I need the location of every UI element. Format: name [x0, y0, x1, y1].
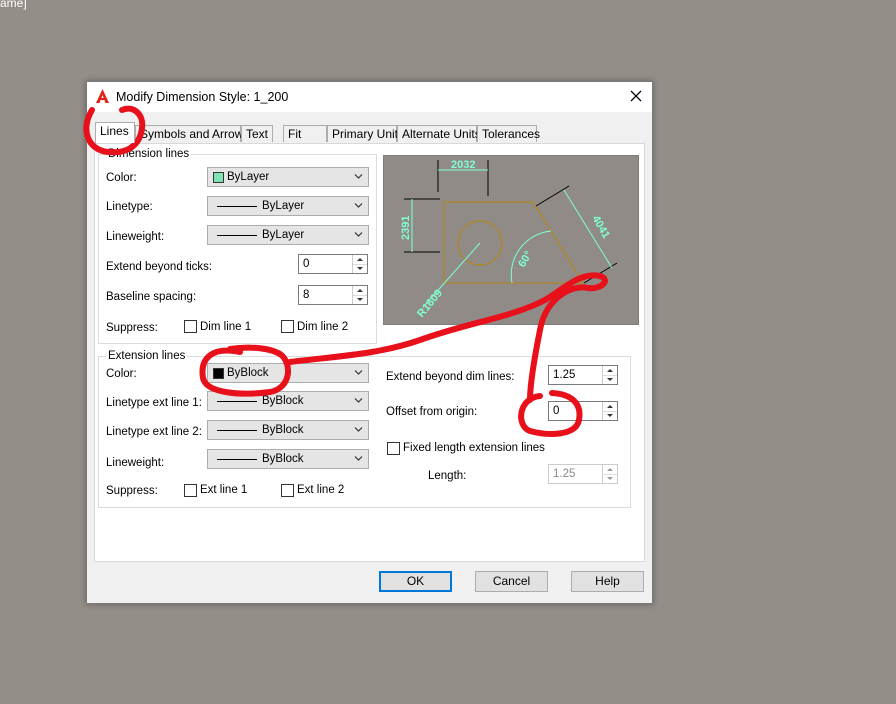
- line-sample: [217, 206, 257, 207]
- dimension-lines-label: Dimension lines: [106, 148, 192, 160]
- fixed-length-label: Fixed length extension lines: [403, 442, 545, 454]
- line-sample: [217, 459, 257, 460]
- chevron-down-icon: [354, 232, 363, 237]
- spin-down-icon: [607, 477, 613, 480]
- chevron-down-icon: [354, 203, 363, 208]
- chevron-down-icon: [354, 370, 363, 375]
- ext-color-value: ByBlock: [227, 367, 269, 379]
- color-swatch: [213, 172, 224, 183]
- ext-lineweight-select[interactable]: ByBlock: [207, 449, 369, 469]
- chevron-down-icon: [354, 174, 363, 179]
- fixed-length-checkbox[interactable]: [387, 442, 400, 455]
- autocad-logo-icon: [96, 89, 109, 103]
- background-window-title: ame]: [0, 0, 27, 10]
- ext-color-select[interactable]: ByBlock: [207, 363, 369, 383]
- tab-fit[interactable]: Fit: [283, 125, 327, 142]
- ext-lineweight-label: Lineweight:: [106, 457, 165, 469]
- dim-lineweight-label: Lineweight:: [106, 231, 165, 243]
- length-value: 1.25: [553, 468, 576, 480]
- preview-dim-left: 2391: [400, 216, 412, 240]
- tab-tolerances[interactable]: Tolerances: [477, 125, 540, 142]
- offset-from-origin-spinner[interactable]: 0: [548, 401, 618, 421]
- help-button[interactable]: Help: [571, 571, 644, 592]
- dim-linetype-label: Linetype:: [106, 201, 153, 213]
- dim-suppress-label: Suppress:: [106, 322, 158, 334]
- baseline-spacing-value: 8: [303, 289, 310, 301]
- extend-beyond-ticks-label: Extend beyond ticks:: [106, 261, 213, 273]
- ext-linetype-1-select[interactable]: ByBlock: [207, 391, 369, 411]
- ext-line-2-label: Ext line 2: [297, 484, 345, 496]
- offset-from-origin-label: Offset from origin:: [386, 406, 478, 418]
- modify-dimension-style-dialog: Modify Dimension Style: 1_200 Lines Symb…: [86, 81, 653, 604]
- dim-lineweight-select[interactable]: ByLayer: [207, 225, 369, 245]
- dim-lineweight-value: ByLayer: [262, 229, 305, 241]
- close-icon[interactable]: [627, 87, 645, 105]
- chevron-down-icon: [354, 398, 363, 403]
- spin-down-icon[interactable]: [603, 375, 617, 384]
- dim-color-value: ByLayer: [227, 171, 270, 183]
- dim-color-label: Color:: [106, 172, 137, 184]
- extend-beyond-dim-lines-label: Extend beyond dim lines:: [386, 371, 515, 383]
- line-sample: [217, 401, 257, 402]
- ext-lineweight-value: ByBlock: [262, 453, 304, 465]
- baseline-spacing-spinner[interactable]: 8: [298, 285, 368, 305]
- dim-color-select[interactable]: ByLayer: [207, 167, 369, 187]
- spin-down-icon[interactable]: [353, 295, 367, 304]
- ext-linetype-1-label: Linetype ext line 1:: [106, 397, 202, 409]
- ext-suppress-label: Suppress:: [106, 485, 158, 497]
- tab-lines[interactable]: Lines: [95, 122, 135, 143]
- preview-dim-angle: 60°: [516, 249, 535, 269]
- tab-alternate-units[interactable]: Alternate Units: [397, 125, 481, 142]
- ext-line-2-checkbox[interactable]: [281, 484, 294, 497]
- tab-text[interactable]: Text: [241, 125, 273, 142]
- dialog-title: Modify Dimension Style: 1_200: [116, 90, 289, 104]
- dimension-style-preview: 2032 2391 4041 60° R1609: [383, 155, 639, 325]
- dim-linetype-value: ByLayer: [262, 200, 305, 212]
- dim-linetype-select[interactable]: ByLayer: [207, 196, 369, 216]
- color-swatch: [213, 368, 224, 379]
- ext-color-label: Color:: [106, 368, 137, 380]
- chevron-down-icon: [354, 427, 363, 432]
- chevron-down-icon: [354, 456, 363, 461]
- spin-down-icon[interactable]: [603, 411, 617, 420]
- preview-dim-radius: R1609: [415, 287, 445, 320]
- spin-down-icon[interactable]: [353, 264, 367, 273]
- preview-dim-top: 2032: [451, 159, 475, 171]
- cancel-button[interactable]: Cancel: [475, 571, 548, 592]
- length-label: Length:: [428, 470, 467, 482]
- ext-linetype-2-select[interactable]: ByBlock: [207, 420, 369, 440]
- baseline-spacing-label: Baseline spacing:: [106, 291, 197, 303]
- tab-symbols-and-arrows[interactable]: Symbols and Arrows: [135, 125, 249, 142]
- dim-line-2-label: Dim line 2: [297, 321, 349, 333]
- ext-linetype-2-label: Linetype ext line 2:: [106, 426, 202, 438]
- extend-beyond-ticks-spinner[interactable]: 0: [298, 254, 368, 274]
- dim-line-2-checkbox[interactable]: [281, 320, 294, 333]
- offset-from-origin-value: 0: [553, 405, 560, 417]
- tab-primary-units[interactable]: Primary Units: [327, 125, 404, 142]
- extend-beyond-dim-lines-spinner[interactable]: 1.25: [548, 365, 618, 385]
- extension-lines-label: Extension lines: [106, 350, 188, 362]
- extend-beyond-ticks-value: 0: [303, 258, 310, 270]
- line-sample: [217, 430, 257, 431]
- ok-button[interactable]: OK: [379, 571, 452, 592]
- length-spinner[interactable]: 1.25: [548, 464, 618, 484]
- tab-panel-lines: Dimension lines Color: ByLayer Linetype:…: [94, 143, 645, 562]
- ext-line-1-label: Ext line 1: [200, 484, 248, 496]
- title-bar[interactable]: Modify Dimension Style: 1_200: [87, 82, 652, 112]
- dim-line-1-checkbox[interactable]: [184, 320, 197, 333]
- ext-linetype-1-value: ByBlock: [262, 395, 304, 407]
- ext-line-1-checkbox[interactable]: [184, 484, 197, 497]
- dim-line-1-label: Dim line 1: [200, 321, 252, 333]
- extend-beyond-dim-lines-value: 1.25: [553, 369, 576, 381]
- ext-linetype-2-value: ByBlock: [262, 424, 304, 436]
- line-sample: [217, 235, 257, 236]
